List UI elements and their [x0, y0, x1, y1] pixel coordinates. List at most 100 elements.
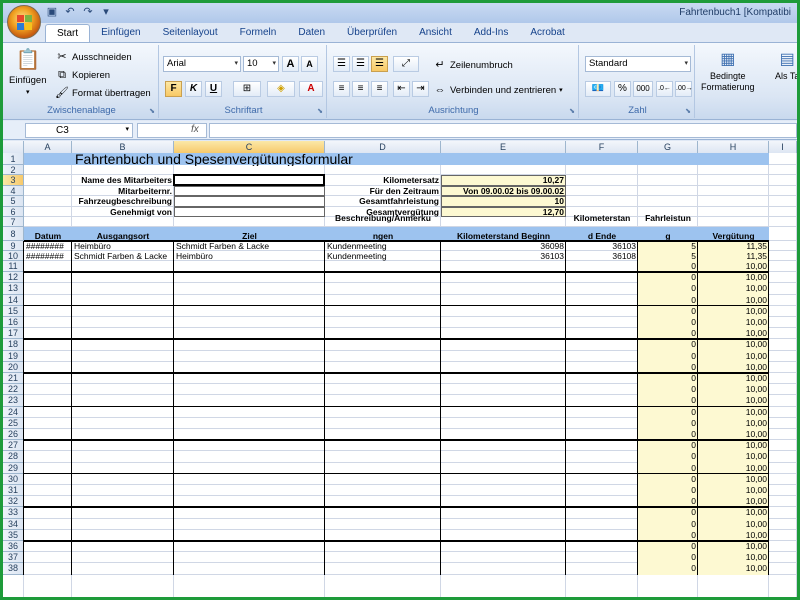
thousands-button[interactable]: 000 [633, 81, 653, 97]
format-as-table-button[interactable]: ▤ Als Ta [775, 49, 797, 82]
row-header-24[interactable]: 24 [3, 406, 24, 418]
font-name-select[interactable]: Arial ▾ [163, 56, 241, 72]
row-header-25[interactable]: 25 [3, 417, 24, 429]
tab-ansicht[interactable]: Ansicht [408, 24, 463, 42]
row-header-33[interactable]: 33 [3, 507, 24, 519]
format-painter-button[interactable]: 🖌 Format übertragen [55, 86, 151, 100]
italic-button[interactable]: K [185, 81, 202, 97]
align-center-button[interactable]: ≡ [352, 81, 369, 97]
row-header-17[interactable]: 17 [3, 328, 24, 340]
percent-button[interactable]: % [614, 81, 631, 97]
row-header-12[interactable]: 12 [3, 272, 24, 284]
row-header-20[interactable]: 20 [3, 361, 24, 373]
row-header-11[interactable]: 11 [3, 261, 24, 273]
row-header-29[interactable]: 29 [3, 462, 24, 474]
number-format-select[interactable]: Standard ▾ [585, 56, 691, 72]
cut-button[interactable]: ✂ Ausschneiden [55, 50, 131, 64]
save-icon[interactable]: ▣ [45, 6, 59, 19]
increase-indent-button[interactable]: ⇥ [412, 81, 429, 97]
tab-acrobat[interactable]: Acrobat [519, 24, 575, 42]
formula-input[interactable] [209, 123, 797, 138]
name-box[interactable]: C3 ▾ [25, 123, 133, 138]
row-header-5[interactable]: 5 [3, 196, 24, 207]
undo-icon[interactable]: ↶ [63, 6, 77, 19]
row-header-27[interactable]: 27 [3, 440, 24, 452]
align-middle-button[interactable]: ☰ [352, 56, 369, 72]
grow-font-button[interactable]: A [282, 56, 299, 72]
borders-button[interactable]: ⊞ [233, 81, 261, 97]
row-header-22[interactable]: 22 [3, 384, 24, 396]
row-header-30[interactable]: 30 [3, 473, 24, 485]
office-button[interactable] [7, 5, 41, 39]
tab-start[interactable]: Start [45, 24, 91, 42]
insert-function-icon[interactable]: fx [191, 124, 199, 135]
active-cell[interactable] [173, 174, 325, 186]
increase-decimal-button[interactable]: .0← [656, 81, 673, 97]
row-header-19[interactable]: 19 [3, 350, 24, 362]
row-header-21[interactable]: 21 [3, 373, 24, 385]
row-header-9[interactable]: 9 [3, 241, 24, 251]
orientation-button[interactable]: ⤢ [393, 56, 419, 72]
input-box[interactable] [174, 196, 325, 207]
row-header-35[interactable]: 35 [3, 529, 24, 541]
paste-button[interactable]: 📋 Einfügen ▾ [9, 47, 47, 96]
font-color-button[interactable]: A [299, 81, 323, 97]
tab-einfgen[interactable]: Einfügen [90, 24, 151, 42]
input-box[interactable] [174, 207, 325, 217]
row-header-15[interactable]: 15 [3, 305, 24, 317]
dialog-launcher-icon[interactable]: ⬊ [569, 107, 575, 115]
row-header-36[interactable]: 36 [3, 541, 24, 553]
bold-button[interactable]: F [165, 81, 182, 97]
shrink-font-button[interactable]: A [301, 56, 318, 72]
row-header-2[interactable]: 2 [3, 165, 24, 175]
tab-seitenlayout[interactable]: Seitenlayout [152, 24, 229, 42]
select-all-corner[interactable] [3, 141, 24, 153]
row-header-14[interactable]: 14 [3, 294, 24, 306]
row-header-32[interactable]: 32 [3, 496, 24, 508]
font-size-select[interactable]: 10 ▾ [243, 56, 279, 72]
dialog-launcher-icon[interactable]: ⬊ [685, 107, 691, 115]
row-header-37[interactable]: 37 [3, 552, 24, 564]
column-header-a[interactable]: A [24, 141, 72, 153]
align-top-button[interactable]: ☰ [333, 56, 350, 72]
tab-berprfen[interactable]: Überprüfen [336, 24, 408, 42]
copy-button[interactable]: ⧉ Kopieren [55, 68, 110, 82]
merge-center-button[interactable]: ⇔ Verbinden und zentrieren ▾ [433, 83, 563, 97]
row-header-13[interactable]: 13 [3, 283, 24, 295]
row-header-4[interactable]: 4 [3, 186, 24, 196]
align-left-button[interactable]: ≡ [333, 81, 350, 97]
row-header-23[interactable]: 23 [3, 395, 24, 407]
conditional-format-button[interactable]: ▦ Bedingte Formatierung [701, 49, 755, 93]
column-header-i[interactable]: I [769, 141, 797, 153]
row-header-28[interactable]: 28 [3, 451, 24, 463]
tab-daten[interactable]: Daten [287, 24, 336, 42]
row-header-8[interactable]: 8 [3, 227, 24, 241]
row-header-3[interactable]: 3 [3, 175, 24, 186]
align-bottom-button[interactable]: ☰ [371, 56, 388, 72]
column-header-h[interactable]: H [698, 141, 769, 153]
fill-color-button[interactable]: ◈ [267, 81, 295, 97]
wrap-text-button[interactable]: ↵ Zeilenumbruch [433, 58, 512, 72]
decrease-decimal-button[interactable]: .00→ [675, 81, 693, 97]
decrease-indent-button[interactable]: ⇤ [393, 81, 410, 97]
column-header-f[interactable]: F [566, 141, 638, 153]
worksheet-grid[interactable]: ABCDEFGHI 1 2 3 4 5 6 7 8 9 10 11 12 13 14 15 16 17 18 19 2… [3, 141, 797, 597]
row-header-10[interactable]: 10 [3, 251, 24, 261]
tab-addins[interactable]: Add-Ins [463, 24, 519, 42]
row-header-26[interactable]: 26 [3, 429, 24, 441]
redo-icon[interactable]: ↷ [81, 6, 95, 19]
tab-formeln[interactable]: Formeln [229, 24, 288, 42]
row-header-1[interactable]: 1 [3, 153, 24, 165]
row-header-18[interactable]: 18 [3, 339, 24, 351]
column-header-g[interactable]: G [638, 141, 698, 153]
dialog-launcher-icon[interactable]: ⬊ [317, 107, 323, 115]
currency-button[interactable]: 💶 [585, 81, 611, 97]
row-header-7[interactable]: 7 [3, 217, 24, 227]
qat-dropdown-icon[interactable]: ▾ [99, 6, 113, 19]
input-box[interactable] [174, 186, 325, 196]
underline-button[interactable]: U [205, 81, 222, 97]
row-header-34[interactable]: 34 [3, 518, 24, 530]
row-header-16[interactable]: 16 [3, 317, 24, 329]
row-header-31[interactable]: 31 [3, 485, 24, 497]
row-header-38[interactable]: 38 [3, 563, 24, 575]
